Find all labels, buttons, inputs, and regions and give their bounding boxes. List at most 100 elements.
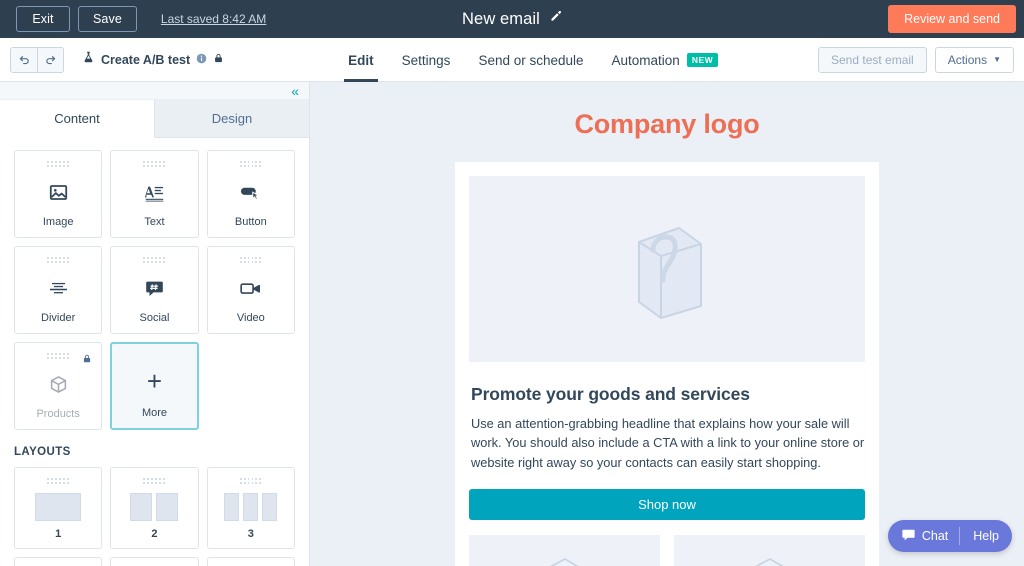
email-heading[interactable]: Promote your goods and services: [471, 384, 865, 405]
layouts-grid: 1 2 3: [14, 467, 295, 566]
layout-preview: [130, 485, 179, 528]
tab-send-or-schedule[interactable]: Send or schedule: [464, 39, 597, 82]
secondary-toolbar-right: Send test email Actions ▼: [818, 46, 1014, 73]
layout-card-5[interactable]: [110, 557, 199, 566]
chevron-down-icon: ▼: [993, 55, 1001, 64]
lock-icon[interactable]: [213, 51, 224, 69]
image-icon: [49, 168, 68, 216]
module-card-button[interactable]: Button: [206, 150, 295, 238]
module-label: Products: [36, 408, 80, 420]
module-card-social[interactable]: Social: [110, 246, 199, 334]
last-saved-label[interactable]: Last saved 8:42 AM: [161, 12, 266, 26]
email-title-group: New email: [0, 0, 1024, 38]
module-label: Divider: [41, 312, 76, 324]
drag-handle-icon[interactable]: [143, 257, 165, 264]
video-icon: [240, 264, 261, 312]
drag-handle-icon[interactable]: [239, 161, 262, 168]
sidebar-tab-content-label: Content: [54, 111, 100, 126]
module-label: Image: [42, 216, 74, 228]
drag-handle-icon[interactable]: [47, 257, 69, 264]
chat-help-widget: Chat Help: [887, 520, 1012, 552]
layout-label: 1: [55, 528, 62, 540]
sidebar-tab-content[interactable]: Content: [0, 100, 155, 138]
drag-handle-icon[interactable]: [143, 478, 165, 485]
review-and-send-button[interactable]: Review and send: [888, 5, 1016, 33]
tab-automation[interactable]: Automation NEW: [598, 39, 733, 82]
layout-card-1[interactable]: 1: [14, 467, 103, 549]
help-button[interactable]: Help: [960, 520, 1012, 552]
module-label: Social: [139, 312, 170, 324]
hero-image-placeholder[interactable]: [469, 176, 865, 362]
exit-button[interactable]: Exit: [16, 6, 70, 32]
module-card-video[interactable]: Video: [206, 246, 295, 334]
module-label: Video: [236, 312, 265, 324]
layout-card-3[interactable]: 3: [206, 467, 295, 549]
layout-card-2[interactable]: 2: [110, 467, 199, 549]
drag-handle-icon[interactable]: [239, 257, 262, 264]
tab-settings-label: Settings: [401, 52, 451, 68]
chat-button[interactable]: Chat: [888, 520, 959, 552]
tab-settings[interactable]: Settings: [388, 39, 465, 82]
flask-icon: [82, 50, 95, 69]
module-label: Text: [144, 216, 165, 228]
top-bar-right: Review and send: [888, 5, 1016, 33]
thumbnail-placeholder-2[interactable]: [674, 535, 865, 566]
drag-handle-icon[interactable]: [239, 478, 262, 485]
undo-redo-group: [10, 46, 64, 73]
drag-handle-icon[interactable]: [47, 161, 69, 168]
drag-handle-icon: [47, 353, 69, 360]
layouts-section-title: LAYOUTS: [14, 446, 71, 458]
tab-automation-label: Automation: [611, 52, 680, 68]
module-card-divider[interactable]: Divider: [14, 246, 103, 334]
top-bar: Exit Save Last saved 8:42 AM New email R…: [0, 0, 1024, 38]
thumbnail-placeholder-1[interactable]: [469, 535, 660, 566]
module-grid: Image Text Button Divider Social Video P…: [14, 150, 295, 430]
redo-arrow-icon[interactable]: [37, 47, 63, 72]
save-button[interactable]: Save: [78, 6, 137, 32]
secondary-toolbar: Create A/B test Edit Settings Send or sc…: [0, 38, 1024, 82]
send-test-email-button[interactable]: Send test email: [818, 46, 927, 73]
button-icon: [240, 168, 261, 216]
sidebar-collapse-row: «: [0, 82, 309, 100]
sidebar-tab-design[interactable]: Design: [155, 100, 309, 138]
drag-handle-icon[interactable]: [47, 478, 69, 485]
module-card-image[interactable]: Image: [14, 150, 103, 238]
tab-edit-label: Edit: [348, 52, 374, 68]
ab-test-label: Create A/B test: [101, 52, 191, 67]
shopping-bag-placeholder-icon: [638, 227, 702, 319]
help-label: Help: [973, 529, 999, 543]
text-icon: [144, 168, 164, 216]
chevron-double-left-icon[interactable]: «: [291, 84, 299, 98]
sidebar-tabs: Content Design: [0, 100, 309, 138]
layout-label: 2: [151, 528, 158, 540]
pencil-icon[interactable]: [549, 10, 562, 28]
actions-dropdown-button[interactable]: Actions ▼: [934, 46, 1014, 73]
shop-now-button[interactable]: Shop now: [469, 489, 865, 521]
email-editor-app: Exit Save Last saved 8:42 AM New email R…: [0, 0, 1024, 566]
drag-handle-icon[interactable]: [143, 161, 165, 168]
email-paragraph[interactable]: Use an attention-grabbing headline that …: [471, 414, 865, 472]
layout-card-4[interactable]: [14, 557, 103, 566]
tab-edit[interactable]: Edit: [334, 39, 388, 82]
plus-icon: +: [146, 365, 163, 396]
layout-preview: [35, 485, 82, 528]
social-icon: [145, 264, 164, 312]
create-ab-test-button[interactable]: Create A/B test: [82, 50, 224, 69]
module-card-more[interactable]: + More: [110, 342, 199, 430]
module-card-products: Products: [14, 342, 103, 430]
chat-bubble-icon: [901, 528, 916, 545]
undo-arrow-icon[interactable]: [11, 47, 37, 72]
info-circle-icon[interactable]: [196, 51, 207, 69]
company-logo-text[interactable]: Company logo: [574, 109, 759, 140]
email-body-sheet: Promote your goods and services Use an a…: [455, 162, 879, 566]
editor-body: « Content Design Image Text Button Divid…: [0, 82, 1024, 566]
module-card-text[interactable]: Text: [110, 150, 199, 238]
tab-send-or-schedule-label: Send or schedule: [478, 52, 584, 68]
page-title: New email: [462, 9, 540, 28]
sidebar-panel-body: Image Text Button Divider Social Video P…: [0, 138, 309, 566]
layout-card-6[interactable]: [206, 557, 295, 566]
new-badge: NEW: [686, 53, 719, 67]
module-label: Button: [234, 216, 267, 228]
layout-preview: [224, 485, 278, 528]
box-placeholder-icon: [549, 558, 578, 566]
